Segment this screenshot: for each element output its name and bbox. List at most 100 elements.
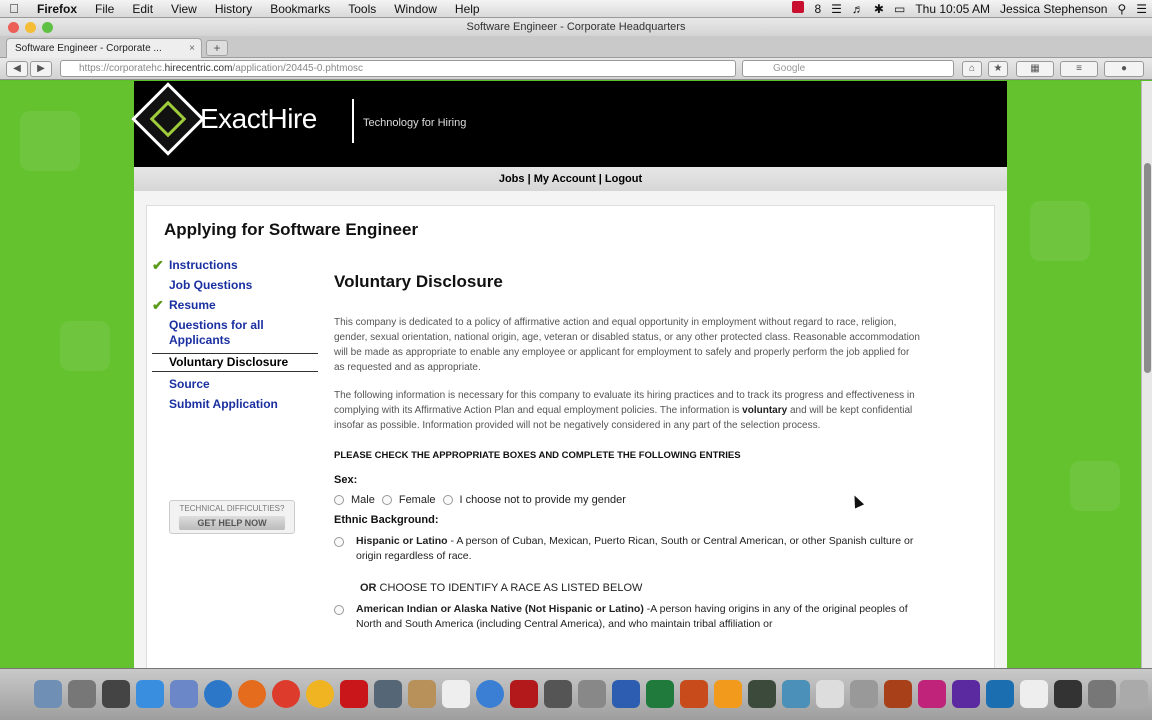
tab-software-engineer[interactable]: Software Engineer - Corporate ... × <box>6 38 202 58</box>
photo-booth-icon[interactable] <box>510 680 538 708</box>
firefox-icon[interactable] <box>238 680 266 708</box>
scrollbar-thumb[interactable] <box>1144 163 1151 373</box>
stickies-icon[interactable] <box>850 680 878 708</box>
window-title: Software Engineer - Corporate Headquarte… <box>466 21 686 33</box>
menu-app[interactable]: Firefox <box>28 2 86 16</box>
step-job-questions[interactable]: Job Questions <box>152 278 318 293</box>
menu-view[interactable]: View <box>162 2 206 16</box>
native-radio[interactable] <box>334 605 344 615</box>
close-tab-icon[interactable]: × <box>189 39 195 58</box>
indesign-icon[interactable] <box>918 680 946 708</box>
menu-edit[interactable]: Edit <box>123 2 162 16</box>
sex-male-radio[interactable] <box>334 495 344 505</box>
volume-icon[interactable]: ♬ <box>847 2 869 16</box>
search-field[interactable]: Google <box>742 60 954 77</box>
background-puzzle <box>1070 461 1120 511</box>
premiere-icon[interactable] <box>952 680 980 708</box>
spotlight-icon[interactable]: ⚲ <box>1112 2 1131 16</box>
acrobat-icon[interactable] <box>340 680 368 708</box>
activity-monitor-icon[interactable] <box>1054 680 1082 708</box>
nav-logout-link[interactable]: Logout <box>605 173 642 185</box>
menu-window[interactable]: Window <box>385 2 446 16</box>
chrome-icon[interactable] <box>272 680 300 708</box>
textedit-icon[interactable] <box>816 680 844 708</box>
photoshop-icon[interactable] <box>986 680 1014 708</box>
app-store-icon[interactable] <box>136 680 164 708</box>
notifications-icon[interactable]: ☰ <box>1131 2 1152 16</box>
document-icon[interactable] <box>1020 680 1048 708</box>
step-label: Source <box>169 377 210 391</box>
sex-female-label[interactable]: Female <box>399 494 436 506</box>
menu-file[interactable]: File <box>86 2 123 16</box>
safari-icon[interactable] <box>204 680 232 708</box>
trash-icon[interactable] <box>1120 680 1148 708</box>
menu-tools[interactable]: Tools <box>339 2 385 16</box>
step-source[interactable]: Source <box>152 377 318 392</box>
toolbar-menu-icon[interactable]: ▦ <box>1016 61 1054 77</box>
nav-jobs-link[interactable]: Jobs <box>499 173 525 185</box>
battery-icon[interactable]: ▭ <box>889 2 910 16</box>
addon-icon[interactable]: ● <box>1104 61 1144 77</box>
xcode-icon[interactable] <box>782 680 810 708</box>
photos-icon[interactable] <box>306 680 334 708</box>
menu-bookmarks[interactable]: Bookmarks <box>261 2 339 16</box>
bluetooth-icon[interactable]: ✱ <box>869 2 889 16</box>
step-voluntary-disclosure[interactable]: Voluntary Disclosure <box>152 353 318 372</box>
get-help-button[interactable]: GET HELP NOW <box>179 516 285 530</box>
sex-decline-radio[interactable] <box>442 495 453 505</box>
system-preferences-icon[interactable] <box>578 680 606 708</box>
wifi-icon[interactable]: ☰ <box>826 2 847 16</box>
minimize-window-button[interactable] <box>25 22 36 33</box>
menu-history[interactable]: History <box>206 2 261 16</box>
page-scrollbar[interactable] <box>1141 81 1152 668</box>
contacts-icon[interactable] <box>408 680 436 708</box>
tray-badge-count[interactable]: 8 <box>809 2 826 16</box>
powerpoint-icon[interactable] <box>680 680 708 708</box>
finder-icon[interactable] <box>34 680 62 708</box>
sex-female-radio[interactable] <box>381 495 392 505</box>
sex-male-label[interactable]: Male <box>351 494 375 506</box>
utility-icon[interactable] <box>748 680 776 708</box>
ethnic-native-option: American Indian or Alaska Native (Not Hi… <box>334 602 934 632</box>
bookmarks-icon[interactable]: ★ <box>988 61 1008 77</box>
preview-icon[interactable] <box>170 680 198 708</box>
iphoto-icon[interactable] <box>544 680 572 708</box>
sex-decline-label[interactable]: I choose not to provide my gender <box>460 494 626 506</box>
nav-my-account-link[interactable]: My Account <box>534 173 596 185</box>
checkmark-icon: ✔ <box>152 257 164 273</box>
menu-help[interactable]: Help <box>446 2 489 16</box>
excel-icon[interactable] <box>646 680 674 708</box>
hispanic-radio[interactable] <box>334 537 344 547</box>
dock <box>0 668 1152 720</box>
bridge-icon[interactable] <box>884 680 912 708</box>
apple-icon[interactable]:  <box>0 1 28 16</box>
step-instructions[interactable]: ✔ Instructions <box>152 258 318 273</box>
facetime-icon[interactable] <box>374 680 402 708</box>
downloads-icon[interactable] <box>1088 680 1116 708</box>
menubar-clock[interactable]: Thu 10:05 AM <box>910 2 995 16</box>
forward-button[interactable]: ▶ <box>30 61 52 77</box>
step-questions-for-all-applicants[interactable]: Questions for all Applicants <box>152 318 318 348</box>
step-resume[interactable]: ✔ Resume <box>152 298 318 313</box>
back-button[interactable]: ◀ <box>6 61 28 77</box>
calendar-icon[interactable] <box>442 680 470 708</box>
native-text[interactable]: American Indian or Alaska Native (Not Hi… <box>356 602 934 632</box>
new-tab-button[interactable]: + <box>206 40 228 56</box>
word-icon[interactable] <box>612 680 640 708</box>
tray-app-icon[interactable] <box>787 1 809 16</box>
site-tagline: Technology for Hiring <box>363 117 467 129</box>
site-logo[interactable]: ExactHire <box>200 103 317 135</box>
mission-control-icon[interactable] <box>102 680 130 708</box>
launchpad-icon[interactable] <box>68 680 96 708</box>
itunes-icon[interactable] <box>476 680 504 708</box>
hispanic-text[interactable]: Hispanic or Latino - A person of Cuban, … <box>356 534 934 564</box>
native-title: American Indian or Alaska Native (Not Hi… <box>356 603 644 615</box>
close-window-button[interactable] <box>8 22 19 33</box>
extension-icon[interactable]: ≡ <box>1060 61 1098 77</box>
zoom-window-button[interactable] <box>42 22 53 33</box>
illustrator-icon[interactable] <box>714 680 742 708</box>
menubar-user[interactable]: Jessica Stephenson <box>995 2 1112 16</box>
home-icon[interactable]: ⌂ <box>962 61 982 77</box>
address-bar[interactable]: https://corporatehc.hirecentric.com/appl… <box>60 60 736 77</box>
step-submit-application[interactable]: Submit Application <box>152 397 318 412</box>
